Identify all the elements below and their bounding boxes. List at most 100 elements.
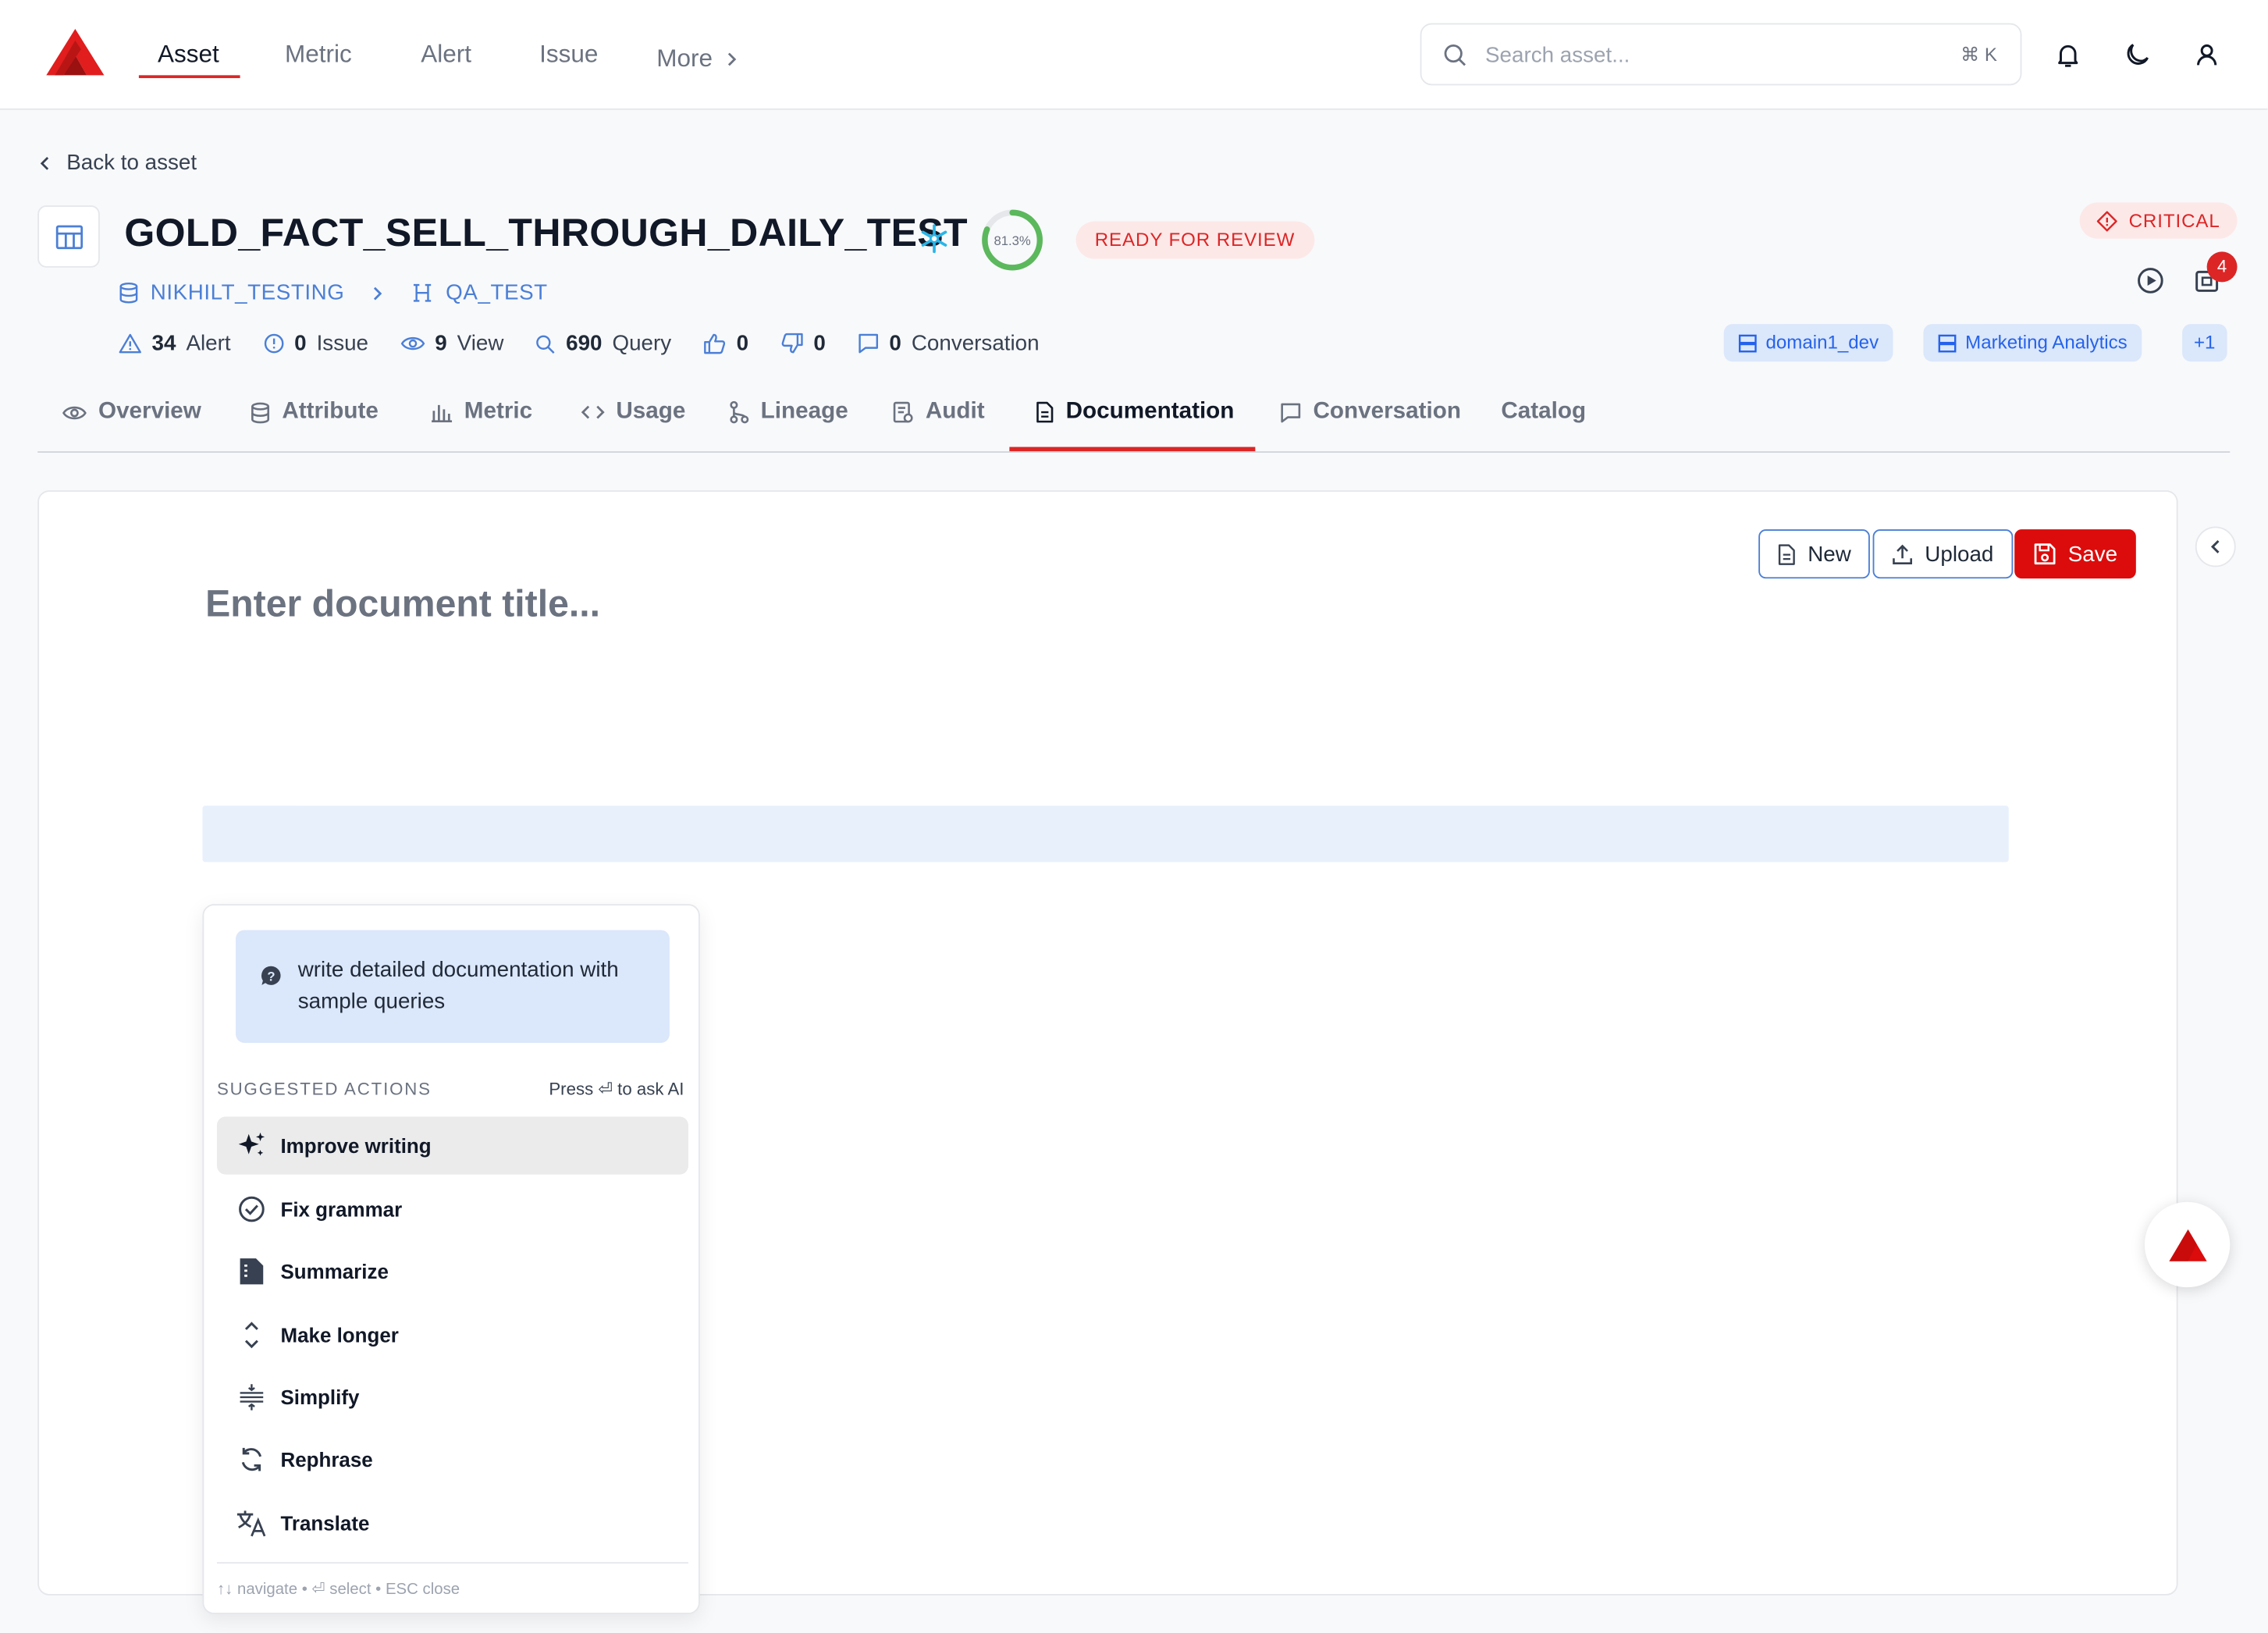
ai-question-icon: ? bbox=[261, 966, 281, 985]
nav-metric[interactable]: Metric bbox=[285, 37, 352, 78]
bell-icon[interactable] bbox=[2053, 41, 2082, 69]
asset-tabs: Overview Attribute Metric Usage Lineage … bbox=[37, 385, 2231, 453]
document-icon bbox=[1036, 401, 1054, 423]
collapse-panel-button[interactable] bbox=[2195, 526, 2236, 567]
tab-documentation[interactable]: Documentation bbox=[1036, 399, 1235, 425]
nav-issue[interactable]: Issue bbox=[539, 37, 598, 78]
tab-label: Overview bbox=[98, 399, 201, 424]
more-tags-button[interactable]: +1 bbox=[2182, 324, 2227, 362]
nav-asset[interactable]: Asset bbox=[158, 37, 219, 78]
eye-icon bbox=[62, 405, 87, 419]
stat-query[interactable]: 690 Query bbox=[535, 331, 671, 356]
tab-overview[interactable]: Overview bbox=[62, 399, 201, 425]
breadcrumb: NIKHILT_TESTING QA_TEST bbox=[119, 280, 548, 305]
stat-query-label: Query bbox=[612, 331, 672, 356]
priority-badge[interactable]: CRITICAL bbox=[2079, 202, 2238, 239]
search-icon bbox=[1444, 44, 1466, 66]
play-icon[interactable] bbox=[2136, 266, 2165, 295]
action-label: Fix grammar bbox=[280, 1197, 403, 1221]
action-fix-grammar[interactable]: Fix grammar bbox=[217, 1180, 688, 1238]
asset-stats: 34 Alert 0 Issue 9 View 690 Query 0 0 0 … bbox=[119, 331, 1071, 356]
press-enter-hint: Press ⏎ to ask AI bbox=[549, 1079, 684, 1100]
tab-conversation[interactable]: Conversation bbox=[1280, 399, 1461, 425]
action-summarize[interactable]: Summarize bbox=[217, 1243, 688, 1300]
chat-bubble-icon bbox=[1281, 402, 1301, 422]
domain-tag-label: domain1_dev bbox=[1765, 331, 1879, 354]
bar-chart-icon bbox=[432, 404, 453, 423]
tab-label: Conversation bbox=[1313, 399, 1461, 424]
new-document-button[interactable]: New bbox=[1758, 529, 1870, 579]
collapse-vertical-icon bbox=[240, 1384, 264, 1411]
nav-more[interactable]: More bbox=[656, 39, 738, 80]
quality-score-gauge[interactable]: 81.3% bbox=[980, 208, 1044, 272]
expand-vertical-icon bbox=[244, 1322, 258, 1349]
floppy-disk-icon bbox=[2034, 543, 2056, 565]
back-to-asset-link[interactable]: Back to asset bbox=[37, 150, 197, 176]
audit-icon bbox=[893, 401, 913, 423]
server-icon bbox=[1738, 333, 1757, 352]
save-button[interactable]: Save bbox=[2014, 529, 2137, 579]
user-icon[interactable] bbox=[2192, 41, 2221, 69]
action-rephrase[interactable]: Rephrase bbox=[217, 1431, 688, 1489]
action-make-longer[interactable]: Make longer bbox=[217, 1306, 688, 1364]
assistant-fab-button[interactable] bbox=[2144, 1201, 2231, 1288]
stat-view[interactable]: 9 View bbox=[400, 331, 503, 356]
search-box[interactable]: ⌘ K bbox=[1420, 23, 2022, 86]
nav-alert[interactable]: Alert bbox=[421, 37, 471, 78]
upload-button[interactable]: Upload bbox=[1872, 529, 2013, 579]
keyboard-hints: ↑↓ navigate • ⏎ select • ESC close bbox=[216, 1581, 460, 1599]
eye-icon bbox=[400, 336, 425, 350]
stat-dislikes-count: 0 bbox=[813, 331, 826, 356]
thumbs-up-icon bbox=[704, 333, 726, 354]
tab-catalog[interactable]: Catalog bbox=[1501, 399, 1586, 425]
ai-assistant-popup: ? write detailed documentation with samp… bbox=[202, 904, 700, 1614]
action-simplify[interactable]: Simplify bbox=[217, 1368, 688, 1426]
chat-bubble-icon bbox=[858, 333, 878, 354]
breadcrumb-database[interactable]: NIKHILT_TESTING bbox=[151, 280, 345, 305]
status-badge[interactable]: READY FOR REVIEW bbox=[1075, 221, 1314, 259]
action-improve-writing[interactable]: Improve writing bbox=[216, 1116, 689, 1175]
action-translate[interactable]: Translate bbox=[217, 1494, 688, 1552]
stat-alert[interactable]: 34 Alert bbox=[119, 331, 231, 356]
document-title-placeholder[interactable]: Enter document title... bbox=[205, 582, 600, 626]
ai-prompt-box[interactable]: ? write detailed documentation with samp… bbox=[236, 930, 670, 1043]
action-label: Translate bbox=[280, 1511, 370, 1535]
search-input[interactable] bbox=[1484, 39, 1919, 71]
tab-lineage[interactable]: Lineage bbox=[729, 399, 848, 425]
selected-text-block[interactable] bbox=[202, 806, 2009, 863]
stat-issue-label: Issue bbox=[316, 331, 369, 356]
server-icon bbox=[1938, 333, 1957, 352]
stat-conversation[interactable]: 0 Conversation bbox=[858, 331, 1040, 356]
chevron-right-icon bbox=[374, 286, 382, 300]
domain-tag[interactable]: Marketing Analytics bbox=[1923, 324, 2142, 362]
translate-icon bbox=[236, 1510, 266, 1537]
stat-issue[interactable]: 0 Issue bbox=[262, 331, 368, 356]
database-icon bbox=[119, 282, 138, 304]
stat-dislikes[interactable]: 0 bbox=[780, 331, 826, 356]
back-label: Back to asset bbox=[66, 150, 197, 176]
file-icon bbox=[1778, 543, 1795, 564]
stat-issue-count: 0 bbox=[294, 331, 307, 356]
app-logo[interactable] bbox=[44, 26, 108, 78]
tab-metric[interactable]: Metric bbox=[431, 399, 532, 425]
tab-usage[interactable]: Usage bbox=[581, 399, 685, 425]
tab-label: Metric bbox=[464, 399, 533, 424]
tab-label: Documentation bbox=[1065, 399, 1235, 424]
priority-label: CRITICAL bbox=[2128, 209, 2220, 232]
tab-label: Usage bbox=[616, 399, 686, 424]
summary-document-icon bbox=[240, 1258, 264, 1285]
suggested-actions-heading: SUGGESTED ACTIONS bbox=[216, 1079, 432, 1100]
stat-query-count: 690 bbox=[566, 331, 603, 356]
moon-icon[interactable] bbox=[2123, 41, 2152, 69]
check-circle-icon bbox=[239, 1196, 265, 1222]
tab-attribute[interactable]: Attribute bbox=[251, 399, 379, 425]
tab-label: Lineage bbox=[760, 399, 848, 424]
tab-audit[interactable]: Audit bbox=[892, 399, 985, 425]
stat-likes[interactable]: 0 bbox=[703, 331, 748, 356]
breadcrumb-schema[interactable]: QA_TEST bbox=[446, 280, 548, 305]
tab-label: Audit bbox=[925, 399, 985, 424]
new-button-label: New bbox=[1808, 541, 1851, 567]
nav-more-label: More bbox=[656, 44, 713, 73]
action-label: Summarize bbox=[280, 1259, 389, 1283]
domain-tag[interactable]: domain1_dev bbox=[1723, 324, 1893, 362]
